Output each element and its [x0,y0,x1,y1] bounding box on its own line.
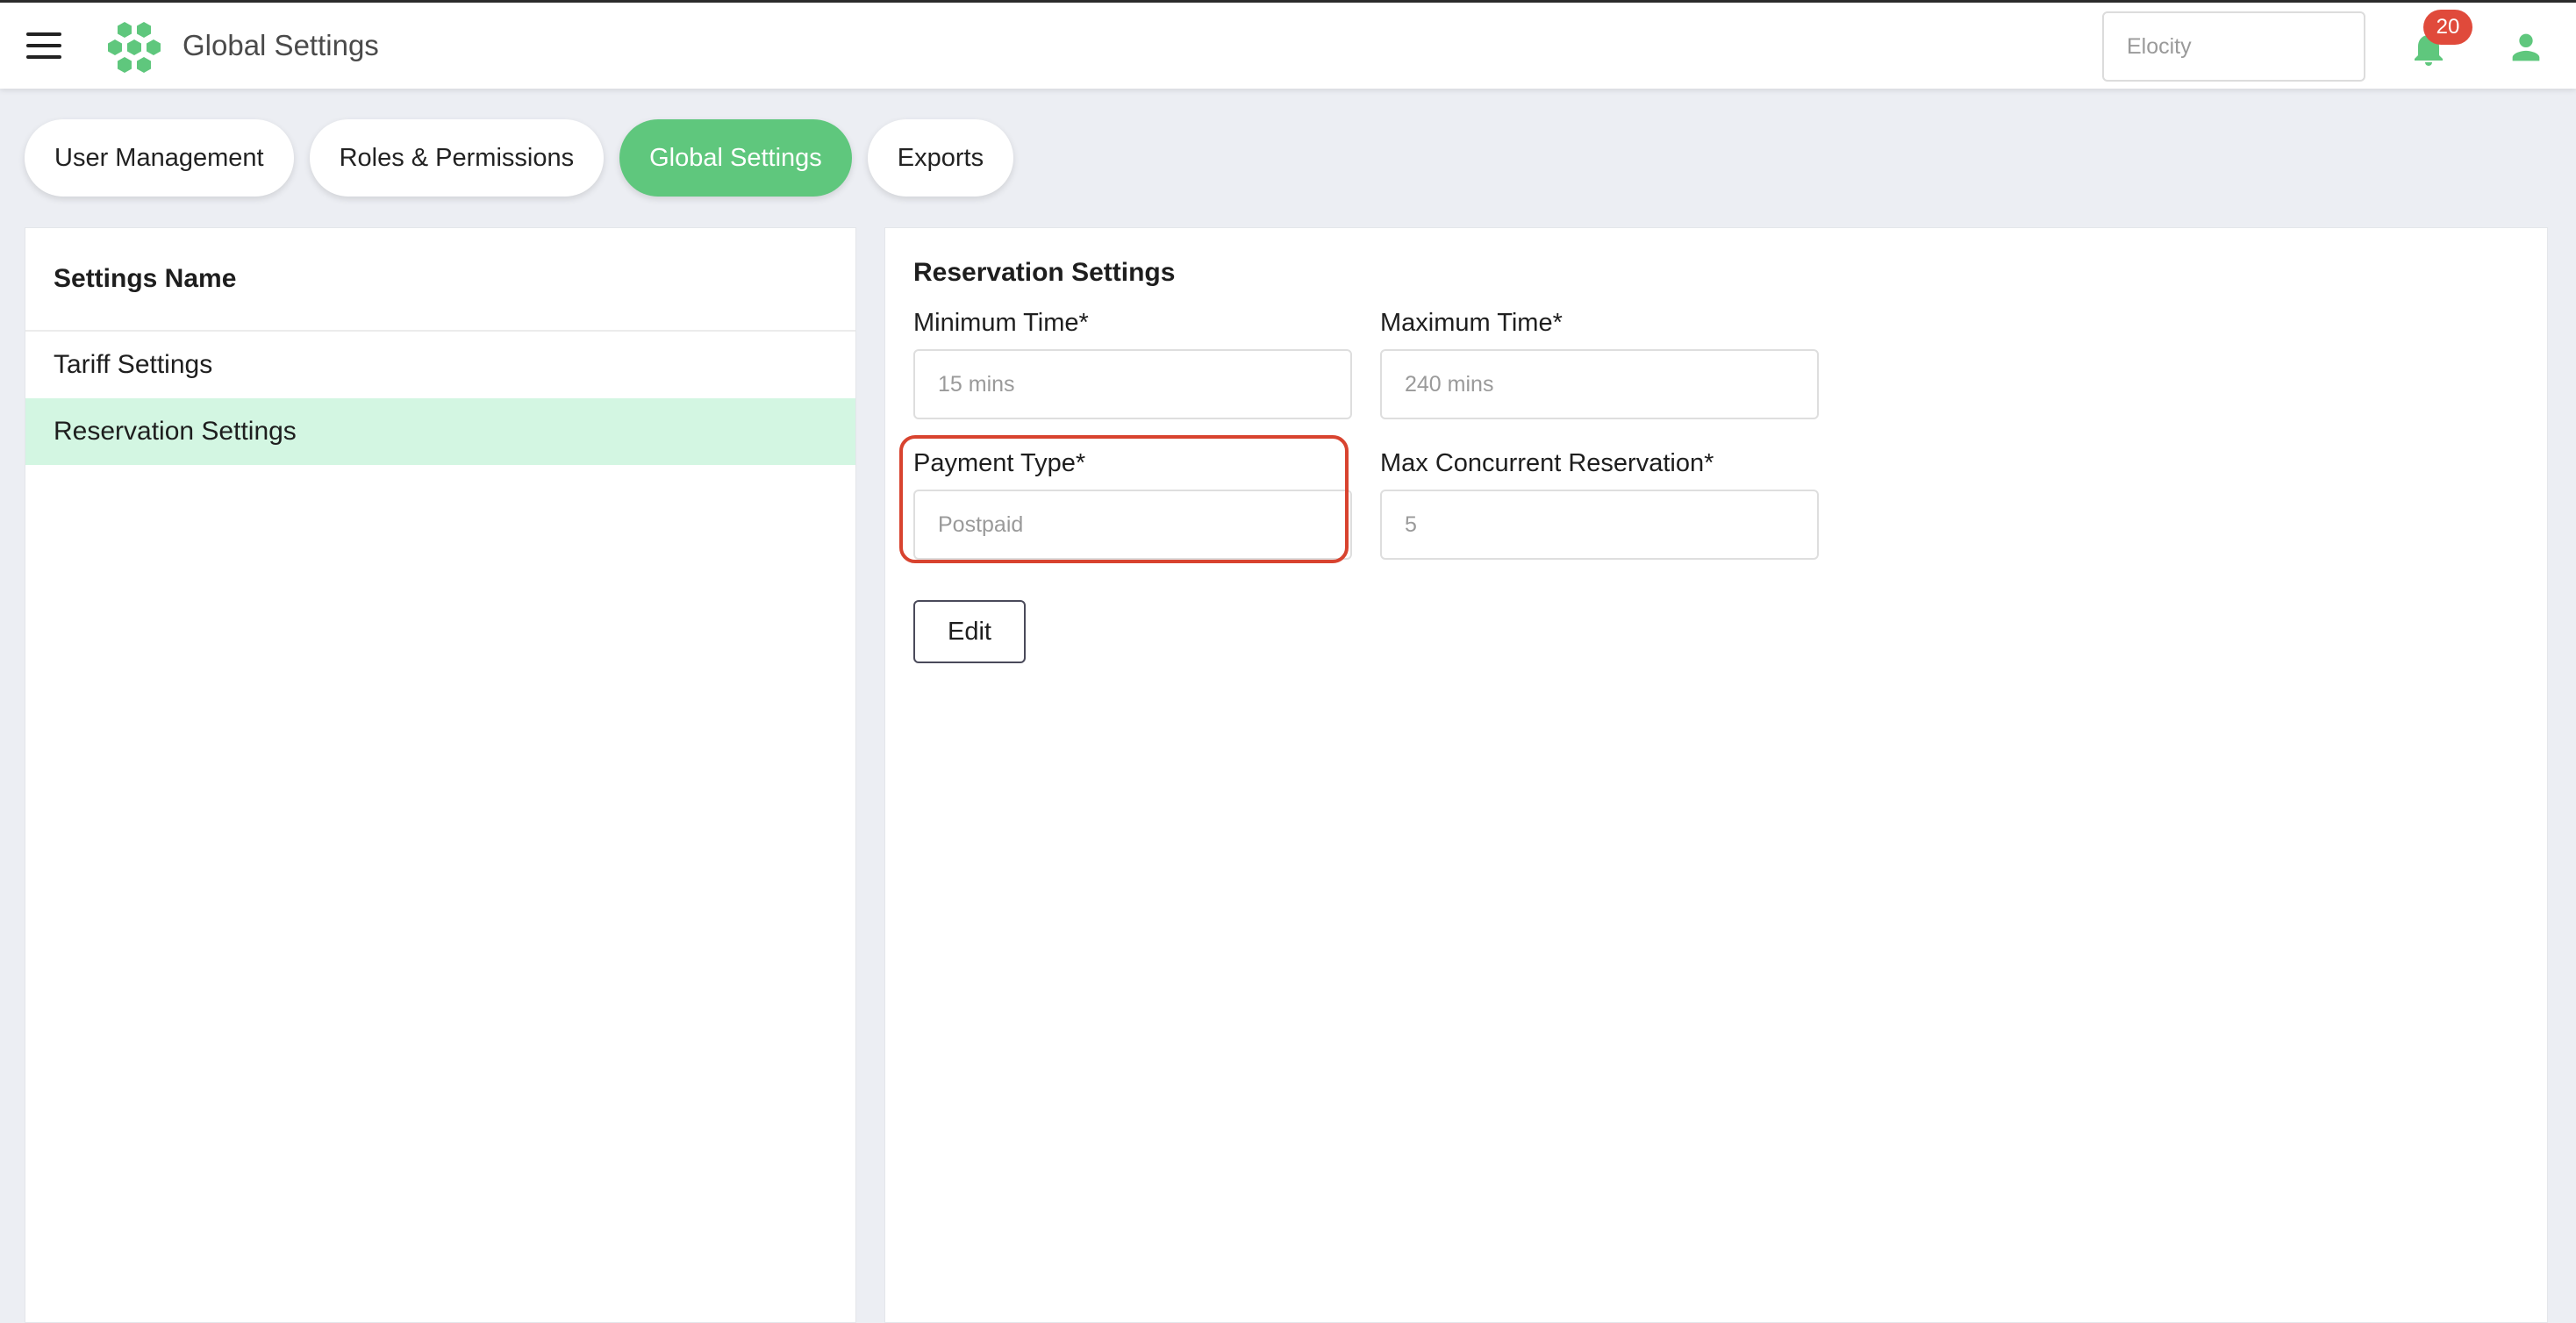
organization-selector-value: Elocity [2127,33,2192,59]
settings-list-header: Settings Name [25,228,855,332]
organization-selector[interactable]: Elocity [2102,11,2365,82]
tab-user-management[interactable]: User Management [25,119,294,197]
payment-type-input[interactable] [913,490,1352,560]
edit-button[interactable]: Edit [913,600,1026,663]
payment-type-label: Payment Type* [913,449,1086,477]
settings-item-tariff[interactable]: Tariff Settings [25,332,855,398]
minimum-time-input[interactable] [913,349,1352,419]
settings-list-panel: Settings Name Tariff Settings Reservatio… [25,227,856,1323]
user-icon[interactable] [2506,27,2546,68]
tab-global-settings[interactable]: Global Settings [619,119,852,197]
page-title: Global Settings [182,29,379,61]
minimum-time-label: Minimum Time* [913,309,1089,337]
reservation-settings-panel: Reservation Settings Minimum Time* Maxim… [884,227,2548,1323]
tab-exports[interactable]: Exports [867,119,1014,197]
max-concurrent-input[interactable] [1380,490,1819,560]
logo-icon [108,22,161,73]
menu-icon[interactable] [26,32,61,59]
settings-item-reservation[interactable]: Reservation Settings [25,398,855,465]
maximum-time-input[interactable] [1380,349,1819,419]
section-title: Reservation Settings [913,258,1176,287]
settings-tabs: User Management Roles & Permissions Glob… [25,119,1014,197]
maximum-time-label: Maximum Time* [1380,309,1563,337]
top-bar: Global Settings Elocity 20 [0,0,2576,89]
notification-badge: 20 [2423,10,2472,45]
max-concurrent-label: Max Concurrent Reservation* [1380,449,1714,477]
tab-roles-permissions[interactable]: Roles & Permissions [309,119,605,197]
